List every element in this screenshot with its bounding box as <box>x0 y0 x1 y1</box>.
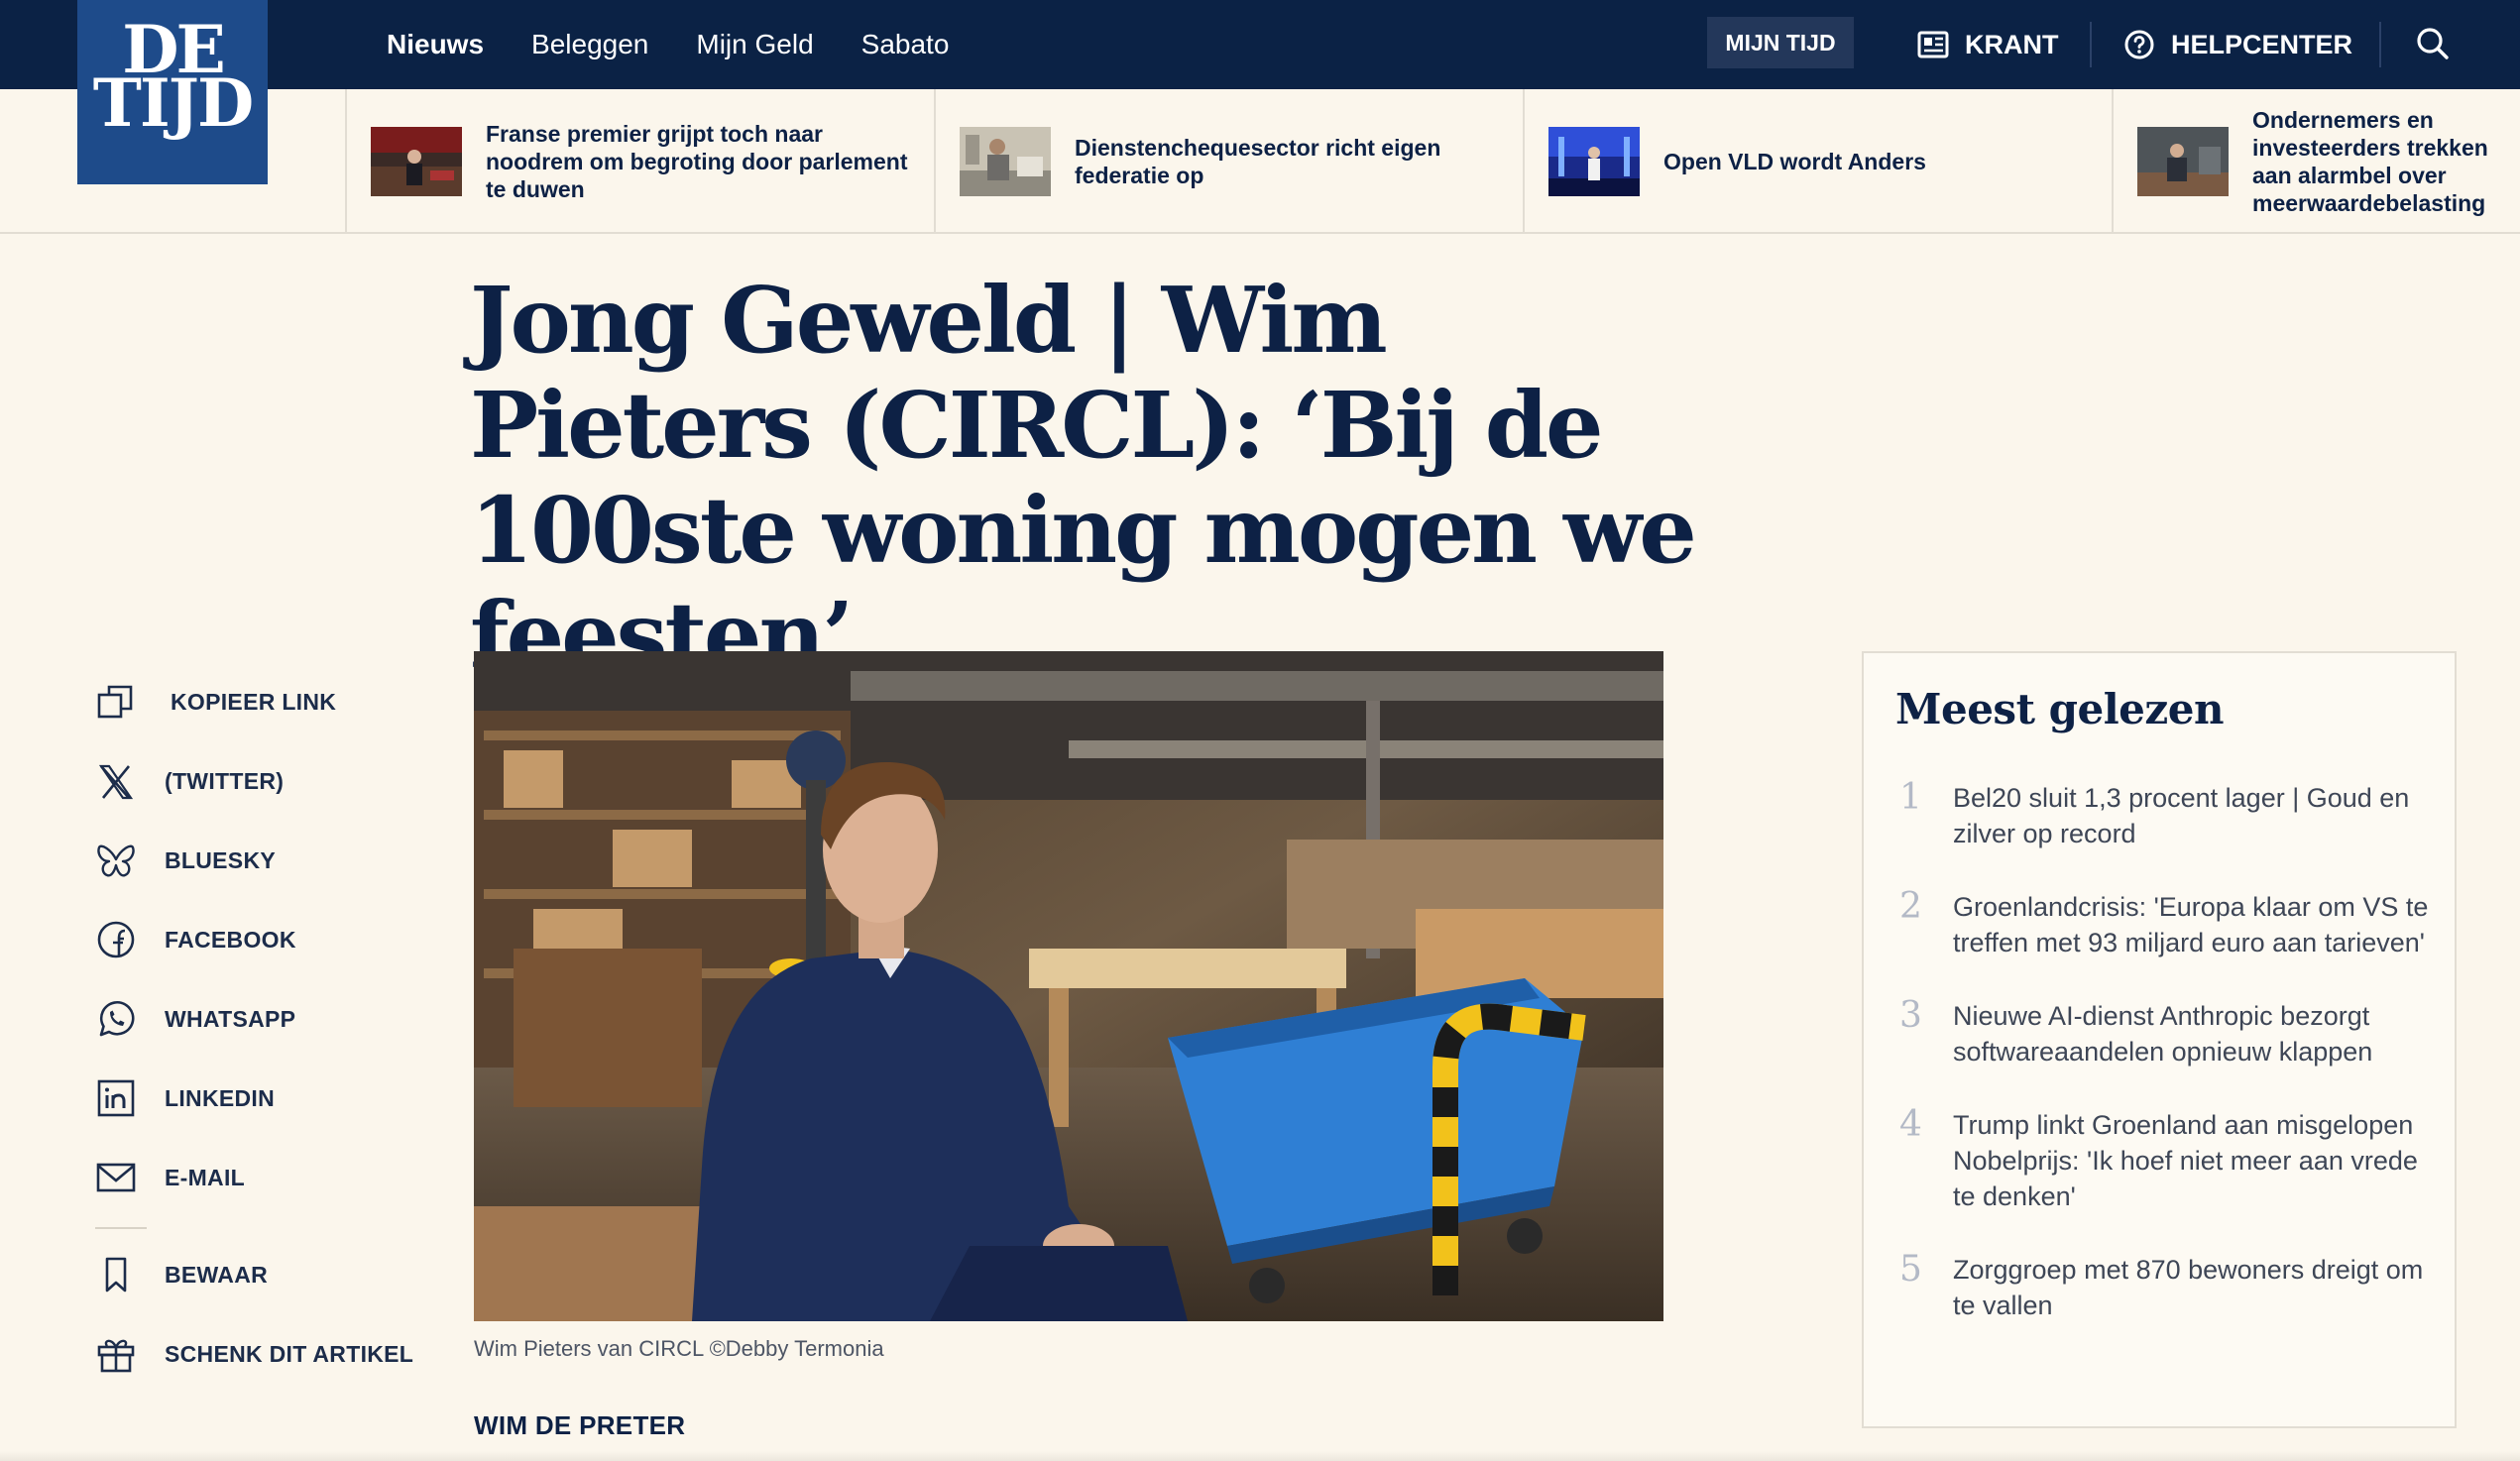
bookmark-icon <box>105 1257 127 1292</box>
linkedin-share-button[interactable]: LINKEDIN <box>95 1059 413 1138</box>
page-fold-shadow <box>0 1451 2520 1461</box>
facebook-share-button[interactable]: FACEBOOK <box>95 900 413 979</box>
mail-icon <box>96 1163 136 1192</box>
article-title: Jong Geweld | Wim Pieters (CIRCL): ‘Bij … <box>470 267 1697 689</box>
most-read-headline: Trump linkt Groenland aan misgelopen Nob… <box>1953 1110 2418 1211</box>
twitter-label: (TWITTER) <box>165 767 285 794</box>
article-hero-image <box>474 651 1663 1321</box>
bluesky-share-button[interactable]: BLUESKY <box>95 821 413 900</box>
rank-number: 5 <box>1899 1249 1922 1290</box>
headline-item[interactable]: Ondernemers en investeerders trekken aan… <box>2112 89 2520 234</box>
rank-number: 3 <box>1899 995 1922 1036</box>
facebook-label: FACEBOOK <box>165 926 296 953</box>
main-nav: Nieuws Beleggen Mijn Geld Sabato <box>387 0 996 89</box>
newspaper-icon <box>1917 31 1949 58</box>
gift-icon <box>97 1339 135 1373</box>
helpcenter-label: HELPCENTER <box>2171 29 2353 59</box>
search-button[interactable] <box>2413 24 2453 68</box>
headline-thumbnail <box>371 127 462 196</box>
email-label: E-MAIL <box>165 1164 246 1190</box>
email-share-button[interactable]: E-MAIL <box>95 1138 413 1217</box>
facebook-icon <box>97 921 135 958</box>
help-icon <box>2124 30 2154 59</box>
top-navigation-bar: Nieuws Beleggen Mijn Geld Sabato MIJN TI… <box>0 0 2520 89</box>
headline-text: Ondernemers en investeerders trekken aan… <box>2252 107 2488 216</box>
bluesky-label: BLUESKY <box>165 846 277 873</box>
bookmark-button[interactable]: BEWAAR <box>95 1235 413 1314</box>
headline-thumbnail <box>1548 127 1640 196</box>
copy-link-button[interactable]: KOPIEER LINK <box>95 662 413 741</box>
share-divider <box>95 1227 147 1229</box>
nav-divider <box>2090 22 2092 67</box>
most-read-item[interactable]: 4 Trump linkt Groenland aan misgelopen N… <box>1899 1107 2435 1214</box>
author-name[interactable]: WIM DE PRETER <box>474 1410 685 1441</box>
gift-article-label: SCHENK DIT ARTIKEL <box>165 1340 414 1367</box>
bluesky-butterfly-icon <box>97 844 135 877</box>
most-read-headline: Bel20 sluit 1,3 procent lager | Goud en … <box>1953 783 2410 848</box>
whatsapp-label: WHATSAPP <box>165 1005 296 1032</box>
whatsapp-icon <box>99 1000 135 1037</box>
gift-article-button[interactable]: SCHENK DIT ARTIKEL <box>95 1314 413 1394</box>
logo-line-2: TIJD <box>92 64 254 142</box>
most-read-title: Meest gelezen <box>1895 685 2224 733</box>
whatsapp-share-button[interactable]: WHATSAPP <box>95 979 413 1059</box>
headline-item[interactable]: Open VLD wordt Anders <box>1523 89 2112 234</box>
nav-link-beleggen[interactable]: Beleggen <box>531 29 648 60</box>
copy-link-label: KOPIEER LINK <box>171 688 337 715</box>
headline-item[interactable]: Franse premier grijpt toch naar noodrem … <box>345 89 934 234</box>
rank-number: 4 <box>1899 1104 1922 1145</box>
workshop-portrait-photo <box>474 651 1663 1321</box>
linkedin-label: LINKEDIN <box>165 1084 276 1111</box>
headline-strip: Franse premier grijpt toch naar noodrem … <box>0 89 2520 234</box>
x-twitter-icon <box>98 764 134 800</box>
image-caption: Wim Pieters van CIRCL ©Debby Termonia <box>474 1336 884 1361</box>
mijn-tijd-button[interactable]: MIJN TIJD <box>1707 17 1854 68</box>
krant-label: KRANT <box>1965 29 2059 59</box>
search-icon <box>2417 28 2449 59</box>
nav-link-nieuws[interactable]: Nieuws <box>387 29 484 60</box>
most-read-item[interactable]: 5 Zorggroep met 870 bewoners dreigt om t… <box>1899 1252 2435 1323</box>
share-toolbar: KOPIEER LINK (TWITTER) BLUESKY FACEBOOK … <box>95 662 413 1394</box>
copy-icon <box>97 685 133 719</box>
linkedin-icon <box>97 1079 135 1117</box>
most-read-panel: Meest gelezen 1 Bel20 sluit 1,3 procent … <box>1862 651 2457 1428</box>
headline-text: Dienstenchequesector richt eigen federat… <box>1075 135 1441 188</box>
krant-link[interactable]: KRANT <box>1917 0 2059 89</box>
most-read-item[interactable]: 1 Bel20 sluit 1,3 procent lager | Goud e… <box>1899 780 2435 851</box>
most-read-item[interactable]: 2 Groenlandcrisis: 'Europa klaar om VS t… <box>1899 889 2435 960</box>
most-read-headline: Groenlandcrisis: 'Europa klaar om VS te … <box>1953 892 2429 957</box>
headline-thumbnail <box>960 127 1051 196</box>
headline-text: Open VLD wordt Anders <box>1663 149 1926 174</box>
most-read-headline: Nieuwe AI-dienst Anthropic bezorgt softw… <box>1953 1001 2373 1067</box>
headline-item[interactable]: Dienstenchequesector richt eigen federat… <box>934 89 1523 234</box>
de-tijd-logo[interactable]: DE TIJD <box>77 0 268 184</box>
nav-link-sabato[interactable]: Sabato <box>861 29 950 60</box>
rank-number: 2 <box>1899 886 1922 927</box>
nav-divider <box>2379 22 2381 67</box>
helpcenter-link[interactable]: HELPCENTER <box>2123 0 2352 89</box>
headline-text: Franse premier grijpt toch naar noodrem … <box>486 121 908 202</box>
most-read-item[interactable]: 3 Nieuwe AI-dienst Anthropic bezorgt sof… <box>1899 998 2435 1069</box>
rank-number: 1 <box>1899 777 1922 818</box>
nav-link-mijn-geld[interactable]: Mijn Geld <box>696 29 813 60</box>
bookmark-label: BEWAAR <box>165 1261 269 1288</box>
headline-thumbnail <box>2137 127 2229 196</box>
twitter-share-button[interactable]: (TWITTER) <box>95 741 413 821</box>
most-read-headline: Zorggroep met 870 bewoners dreigt om te … <box>1953 1255 2424 1320</box>
most-read-list: 1 Bel20 sluit 1,3 procent lager | Goud e… <box>1899 780 2435 1361</box>
